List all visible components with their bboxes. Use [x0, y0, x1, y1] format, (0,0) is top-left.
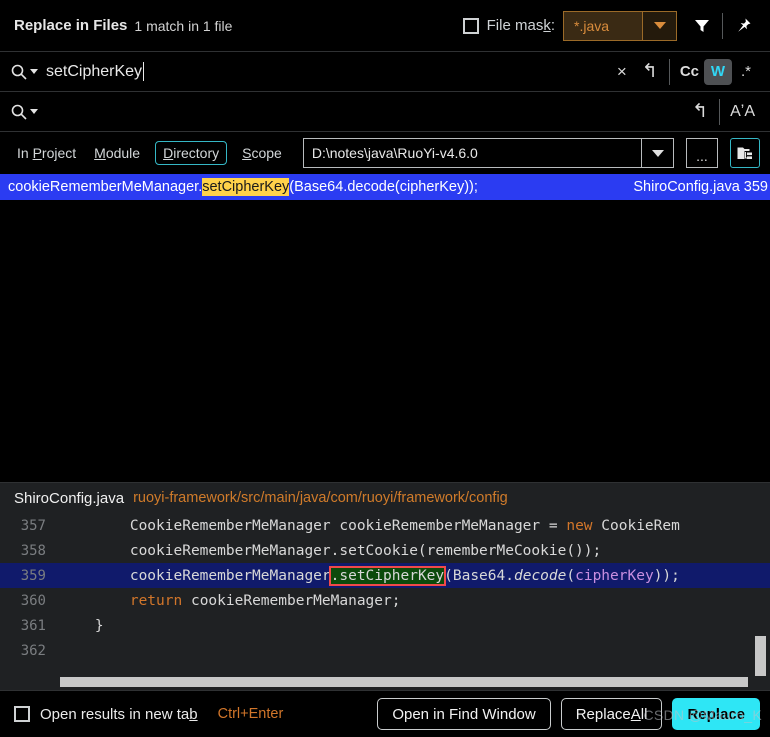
code-line-358: 358 cookieRememberMeManager.setCookie(re…: [0, 538, 770, 563]
search-input[interactable]: setCipherKey: [46, 62, 608, 81]
chevron-down-icon: [651, 149, 664, 157]
shortcut-hint: Ctrl+Enter: [217, 706, 284, 722]
search-history-reset-button[interactable]: ↰: [636, 59, 664, 85]
directory-path-input[interactable]: D:\notes\java\RuoYi-v4.6.0: [304, 139, 641, 167]
replace-options-divider: [719, 98, 721, 125]
code-preview[interactable]: 357 CookieRememberMeManager cookieRememb…: [0, 513, 770, 690]
scope-row: In Project Module Directory Scope D:\not…: [0, 132, 770, 174]
search-icon: [11, 64, 27, 80]
code-line-362: 362: [0, 638, 770, 663]
line-number: 362: [20, 642, 46, 659]
file-mask-checkbox[interactable]: [462, 17, 479, 34]
file-mask-dropdown-button[interactable]: [642, 11, 676, 40]
line-number: 358: [20, 542, 46, 559]
results-list[interactable]: cookieRememberMeManager. setCipherKey (Bas…: [0, 174, 770, 482]
titlebar-divider: [722, 12, 723, 39]
search-icon-dropdown[interactable]: [10, 63, 38, 81]
open-results-new-tab-checkbox[interactable]: [14, 706, 30, 722]
result-file-location: ShiroConfig.java 359: [633, 179, 768, 195]
line-number: 357: [20, 517, 46, 534]
preserve-case-toggle[interactable]: AʼA: [725, 99, 760, 125]
open-results-new-tab-label: Open results in new tab: [40, 705, 198, 723]
code-line-content: cookieRememberMeManager.setCipherKey(Bas…: [129, 565, 680, 586]
scope-option-directory[interactable]: Directory: [155, 141, 228, 165]
search-row: setCipherKey × ↰ Cc W .*: [0, 52, 770, 92]
directory-path-dropdown-button[interactable]: [641, 139, 673, 167]
replace-row: ↰ AʼA: [0, 92, 770, 132]
clear-search-button[interactable]: ×: [608, 59, 636, 85]
open-in-find-window-button[interactable]: Open in Find Window: [377, 698, 551, 730]
replace-in-files-dialog: Replace in Files 1 match in 1 file File …: [0, 0, 770, 737]
search-icon: [11, 104, 27, 120]
browse-directory-button[interactable]: ...: [686, 138, 718, 168]
filter-icon: [695, 19, 709, 32]
code-line-357: 357 CookieRememberMeManager cookieRememb…: [0, 513, 770, 538]
regex-toggle[interactable]: .*: [732, 59, 760, 85]
replace-icon-dropdown[interactable]: [10, 103, 38, 121]
chevron-down-icon: [30, 109, 38, 114]
page-title: Replace in Files: [14, 17, 128, 34]
code-line-content: CookieRememberMeManager cookieRememberMe…: [129, 517, 680, 534]
line-number: 361: [20, 617, 46, 634]
scope-option-in-project[interactable]: In Project: [14, 143, 79, 163]
table-row[interactable]: cookieRememberMeManager. setCipherKey (Bas…: [0, 174, 770, 200]
result-suffix: (Base64.decode(cipherKey));: [289, 179, 478, 195]
code-line-content: cookieRememberMeManager.setCookie(rememb…: [129, 542, 602, 559]
result-match-highlight: setCipherKey: [202, 178, 290, 196]
match-count-label: 1 match in 1 file: [134, 17, 233, 34]
code-line-content: return cookieRememberMeManager;: [129, 592, 401, 609]
recursive-folder-icon: [737, 147, 752, 159]
search-options-divider: [668, 58, 670, 85]
scope-option-module[interactable]: Module: [91, 143, 143, 163]
preview-vertical-scrollbar[interactable]: [755, 636, 766, 676]
recursive-search-toggle[interactable]: [730, 138, 760, 168]
file-mask-group: File mask: *.java: [462, 10, 677, 41]
dialog-footer: Open results in new tab Ctrl+Enter Open …: [0, 690, 770, 737]
preview-header: ShiroConfig.java ruoyi-framework/src/mai…: [0, 483, 770, 513]
code-line-360: 360 return cookieRememberMeManager;: [0, 588, 770, 613]
pin-icon-button[interactable]: [728, 11, 758, 41]
scope-option-scope[interactable]: Scope: [239, 143, 285, 163]
words-toggle[interactable]: W: [704, 58, 732, 85]
chevron-down-icon: [653, 22, 666, 29]
directory-path-combo[interactable]: D:\notes\java\RuoYi-v4.6.0: [302, 138, 674, 168]
file-mask-label: File mask:: [486, 17, 555, 34]
code-line-361: 361 }: [0, 613, 770, 638]
pin-icon: [738, 18, 751, 32]
preview-match-highlight: .setCipherKey: [328, 565, 447, 586]
line-number: 360: [20, 592, 46, 609]
titlebar: Replace in Files 1 match in 1 file File …: [0, 0, 770, 52]
search-input-value: setCipherKey: [46, 62, 143, 80]
result-prefix: cookieRememberMeManager.: [8, 179, 203, 195]
replace-history-reset-button[interactable]: ↰: [686, 99, 714, 125]
filter-icon-button[interactable]: [687, 11, 717, 41]
code-line-content: }: [94, 617, 104, 634]
text-caret: [143, 62, 145, 81]
chevron-down-icon: [30, 69, 38, 74]
preview-horizontal-scrollbar[interactable]: [60, 677, 748, 687]
file-mask-value[interactable]: *.java: [564, 11, 642, 40]
preview-file-path: ruoyi-framework/src/main/java/com/ruoyi/…: [133, 490, 508, 506]
match-case-toggle[interactable]: Cc: [675, 59, 704, 85]
preview-file-name: ShiroConfig.java: [14, 489, 125, 507]
preview-pane: ShiroConfig.java ruoyi-framework/src/mai…: [0, 482, 770, 690]
code-line-359: 359 cookieRememberMeManager.setCipherKey…: [0, 563, 770, 588]
replace-all-button[interactable]: Replace All: [560, 698, 663, 730]
line-number: 359: [20, 567, 46, 584]
file-mask-combo[interactable]: *.java: [563, 10, 677, 41]
replace-button[interactable]: Replace: [672, 698, 760, 730]
